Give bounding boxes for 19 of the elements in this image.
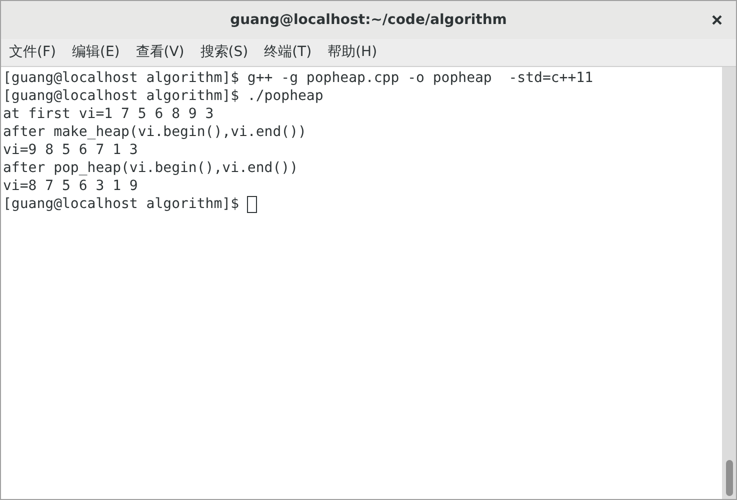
close-button[interactable] <box>710 13 724 27</box>
terminal-line: [guang@localhost algorithm]$ ./popheap <box>3 87 324 105</box>
scrollbar[interactable] <box>722 67 736 499</box>
menu-item[interactable]: 搜索(S) <box>200 42 248 63</box>
terminal-line: vi=8 7 5 6 3 1 9 <box>3 177 138 195</box>
terminal-line: at first vi=1 7 5 6 8 9 3 <box>3 105 214 123</box>
menu-item[interactable]: 终端(T) <box>264 42 312 63</box>
terminal-line: after pop_heap(vi.begin(),vi.end()) <box>3 159 298 177</box>
menu-item[interactable]: 帮助(H) <box>328 42 378 63</box>
window-title: guang@localhost:~/code/algorithm <box>230 10 507 30</box>
menu-item[interactable]: 查看(V) <box>136 42 184 63</box>
scrollbar-thumb[interactable] <box>726 460 732 496</box>
menu-item[interactable]: 文件(F) <box>9 42 56 63</box>
terminal-line: [guang@localhost algorithm]$ g++ -g popheap.cpp -o popheap -std=c++11 <box>3 69 594 87</box>
terminal-line: [guang@localhost algorithm]$ <box>3 195 240 213</box>
terminal-line: after make_heap(vi.begin(),vi.end()) <box>3 123 306 141</box>
terminal-line: vi=9 8 5 6 7 1 3 <box>3 141 138 159</box>
menu-item[interactable]: 编辑(E) <box>72 42 120 63</box>
close-icon <box>712 15 722 25</box>
